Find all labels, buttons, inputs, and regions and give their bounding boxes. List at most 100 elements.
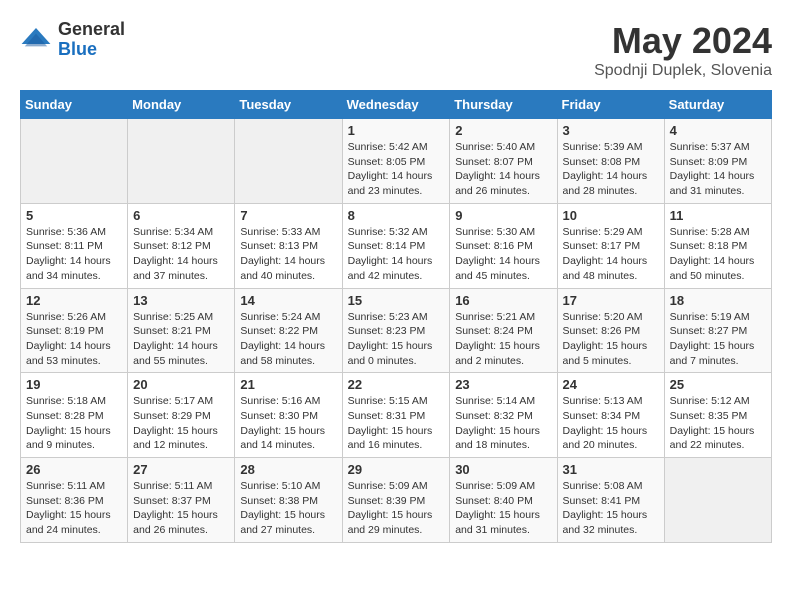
day-info: Sunrise: 5:23 AMSunset: 8:23 PMDaylight:… [348,310,445,369]
day-number: 1 [348,123,445,138]
day-number: 29 [348,462,445,477]
calendar-day-cell: 30 Sunrise: 5:09 AMSunset: 8:40 PMDayligh… [450,458,557,543]
day-number: 10 [563,208,659,223]
logo-general-text: General [58,20,125,40]
day-number: 17 [563,293,659,308]
calendar-day-cell: 13Sunrise: 5:25 AMSunset: 8:21 PMDayligh… [128,288,235,373]
day-info: Sunrise: 5:37 AMSunset: 8:09 PMDaylight:… [670,140,766,199]
day-info: Sunrise: 5:39 AMSunset: 8:08 PMDaylight:… [563,140,659,199]
calendar-day-cell: 23Sunrise: 5:14 AMSunset: 8:32 PMDayligh… [450,373,557,458]
calendar-week-row: 1 Sunrise: 5:42 AMSunset: 8:05 PMDaylight… [21,119,772,204]
day-of-week-header: Friday [557,91,664,119]
calendar-day-cell: 15 Sunrise: 5:23 AMSunset: 8:23 PMDayligh… [342,288,450,373]
day-number: 14 [240,293,336,308]
page-subtitle: Spodnji Duplek, Slovenia [594,62,772,80]
calendar-week-row: 26 Sunrise: 5:11 AMSunset: 8:36 PMDayligh… [21,458,772,543]
calendar-day-cell: 10 Sunrise: 5:29 AMSunset: 8:17 PMDayligh… [557,203,664,288]
day-info: Sunrise: 5:29 AMSunset: 8:17 PMDaylight:… [563,225,659,284]
calendar-day-cell: 4 Sunrise: 5:37 AMSunset: 8:09 PMDaylight… [664,119,771,204]
day-number: 30 [455,462,551,477]
calendar-day-cell: 8 Sunrise: 5:32 AMSunset: 8:14 PMDaylight… [342,203,450,288]
day-info: Sunrise: 5:34 AMSunset: 8:12 PMDaylight:… [133,225,229,284]
calendar-week-row: 5 Sunrise: 5:36 AMSunset: 8:11 PMDaylight… [21,203,772,288]
day-of-week-header: Saturday [664,91,771,119]
calendar-day-cell: 1 Sunrise: 5:42 AMSunset: 8:05 PMDaylight… [342,119,450,204]
page-title: May 2024 [594,20,772,62]
day-number: 26 [26,462,122,477]
day-info: Sunrise: 5:19 AMSunset: 8:27 PMDaylight:… [670,310,766,369]
calendar-day-cell [128,119,235,204]
day-number: 9 [455,208,551,223]
calendar-day-cell: 24 Sunrise: 5:13 AMSunset: 8:34 PMDayligh… [557,373,664,458]
day-number: 11 [670,208,766,223]
day-number: 28 [240,462,336,477]
calendar-day-cell: 26 Sunrise: 5:11 AMSunset: 8:36 PMDayligh… [21,458,128,543]
day-info: Sunrise: 5:32 AMSunset: 8:14 PMDaylight:… [348,225,445,284]
calendar-day-cell: 20 Sunrise: 5:17 AMSunset: 8:29 PMDayligh… [128,373,235,458]
logo-icon [20,24,52,56]
day-of-week-header: Thursday [450,91,557,119]
calendar-day-cell: 11 Sunrise: 5:28 AMSunset: 8:18 PMDayligh… [664,203,771,288]
day-of-week-header: Tuesday [235,91,342,119]
day-info: Sunrise: 5:26 AMSunset: 8:19 PMDaylight:… [26,310,122,369]
page-header: General Blue May 2024 Spodnji Duplek, Sl… [20,20,772,80]
day-info: Sunrise: 5:13 AMSunset: 8:34 PMDaylight:… [563,394,659,453]
calendar-day-cell: 5 Sunrise: 5:36 AMSunset: 8:11 PMDaylight… [21,203,128,288]
day-number: 3 [563,123,659,138]
day-number: 2 [455,123,551,138]
logo-text: General Blue [58,20,125,60]
day-info: Sunrise: 5:42 AMSunset: 8:05 PMDaylight:… [348,140,445,199]
calendar-day-cell: 31Sunrise: 5:08 AMSunset: 8:41 PMDayligh… [557,458,664,543]
day-info: Sunrise: 5:11 AMSunset: 8:37 PMDaylight:… [133,479,229,538]
calendar-table: SundayMondayTuesdayWednesdayThursdayFrid… [20,90,772,543]
day-info: Sunrise: 5:30 AMSunset: 8:16 PMDaylight:… [455,225,551,284]
day-number: 15 [348,293,445,308]
day-info: Sunrise: 5:28 AMSunset: 8:18 PMDaylight:… [670,225,766,284]
day-info: Sunrise: 5:09 AMSunset: 8:40 PMDaylight:… [455,479,551,538]
calendar-day-cell [664,458,771,543]
calendar-day-cell: 25 Sunrise: 5:12 AMSunset: 8:35 PMDayligh… [664,373,771,458]
day-info: Sunrise: 5:17 AMSunset: 8:29 PMDaylight:… [133,394,229,453]
day-info: Sunrise: 5:11 AMSunset: 8:36 PMDaylight:… [26,479,122,538]
day-number: 12 [26,293,122,308]
calendar-day-cell: 21Sunrise: 5:16 AMSunset: 8:30 PMDayligh… [235,373,342,458]
calendar-header-row: SundayMondayTuesdayWednesdayThursdayFrid… [21,91,772,119]
day-number: 25 [670,377,766,392]
calendar-day-cell: 22Sunrise: 5:15 AMSunset: 8:31 PMDayligh… [342,373,450,458]
day-info: Sunrise: 5:40 AMSunset: 8:07 PMDaylight:… [455,140,551,199]
calendar-day-cell: 29Sunrise: 5:09 AMSunset: 8:39 PMDayligh… [342,458,450,543]
day-number: 20 [133,377,229,392]
day-info: Sunrise: 5:08 AMSunset: 8:41 PMDaylight:… [563,479,659,538]
day-info: Sunrise: 5:12 AMSunset: 8:35 PMDaylight:… [670,394,766,453]
day-info: Sunrise: 5:18 AMSunset: 8:28 PMDaylight:… [26,394,122,453]
day-number: 18 [670,293,766,308]
day-info: Sunrise: 5:24 AMSunset: 8:22 PMDaylight:… [240,310,336,369]
calendar-day-cell: 6Sunrise: 5:34 AMSunset: 8:12 PMDaylight… [128,203,235,288]
day-number: 4 [670,123,766,138]
day-info: Sunrise: 5:36 AMSunset: 8:11 PMDaylight:… [26,225,122,284]
day-number: 7 [240,208,336,223]
day-info: Sunrise: 5:25 AMSunset: 8:21 PMDaylight:… [133,310,229,369]
day-number: 8 [348,208,445,223]
day-number: 5 [26,208,122,223]
day-number: 24 [563,377,659,392]
logo: General Blue [20,20,125,60]
day-of-week-header: Sunday [21,91,128,119]
day-info: Sunrise: 5:16 AMSunset: 8:30 PMDaylight:… [240,394,336,453]
logo-blue-text: Blue [58,40,125,60]
day-of-week-header: Wednesday [342,91,450,119]
title-block: May 2024 Spodnji Duplek, Slovenia [594,20,772,80]
day-number: 27 [133,462,229,477]
calendar-day-cell: 18 Sunrise: 5:19 AMSunset: 8:27 PMDayligh… [664,288,771,373]
calendar-day-cell: 9 Sunrise: 5:30 AMSunset: 8:16 PMDaylight… [450,203,557,288]
calendar-day-cell: 14 Sunrise: 5:24 AMSunset: 8:22 PMDayligh… [235,288,342,373]
day-info: Sunrise: 5:21 AMSunset: 8:24 PMDaylight:… [455,310,551,369]
calendar-day-cell: 17 Sunrise: 5:20 AMSunset: 8:26 PMDayligh… [557,288,664,373]
calendar-day-cell: 27 Sunrise: 5:11 AMSunset: 8:37 PMDayligh… [128,458,235,543]
day-info: Sunrise: 5:14 AMSunset: 8:32 PMDaylight:… [455,394,551,453]
calendar-week-row: 19Sunrise: 5:18 AMSunset: 8:28 PMDayligh… [21,373,772,458]
day-info: Sunrise: 5:20 AMSunset: 8:26 PMDaylight:… [563,310,659,369]
day-number: 16 [455,293,551,308]
calendar-day-cell: 2 Sunrise: 5:40 AMSunset: 8:07 PMDaylight… [450,119,557,204]
day-number: 22 [348,377,445,392]
